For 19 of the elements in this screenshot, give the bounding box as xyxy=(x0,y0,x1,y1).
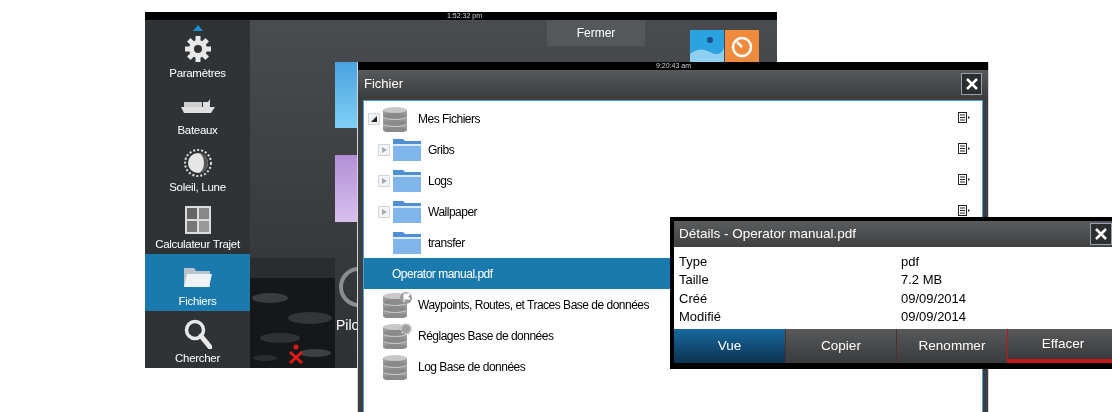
property-value: 09/09/2014 xyxy=(901,289,967,308)
tree-item-label: Gribs xyxy=(428,141,455,159)
property-value: 09/09/2014 xyxy=(901,308,967,326)
tree-item-label: transfer xyxy=(428,234,465,252)
dialog-title: Détails - Operator manual.pdf xyxy=(679,224,857,243)
property-name: Créé xyxy=(679,289,709,308)
tree-item-label: Logs xyxy=(428,172,453,190)
tree-item-label: Log Base de données xyxy=(418,358,526,376)
property-name: Taille xyxy=(679,271,710,289)
tree-item-label: Waypoints, Routes, et Traces Base de données xyxy=(418,296,650,314)
window-title: Fichier xyxy=(364,75,403,94)
property-value: 7.2 MB xyxy=(901,271,943,289)
tree-item-label: Mes Fichiers xyxy=(418,110,480,128)
tree-item-label: Réglages Base de données xyxy=(418,327,554,345)
property-value: pdf xyxy=(901,252,920,271)
tree-item-label: Wallpaper xyxy=(428,203,478,221)
property-name: Type xyxy=(679,252,709,271)
tree-item-label: Operator manual.pdf xyxy=(392,265,493,283)
property-name: Modifié xyxy=(679,308,722,326)
